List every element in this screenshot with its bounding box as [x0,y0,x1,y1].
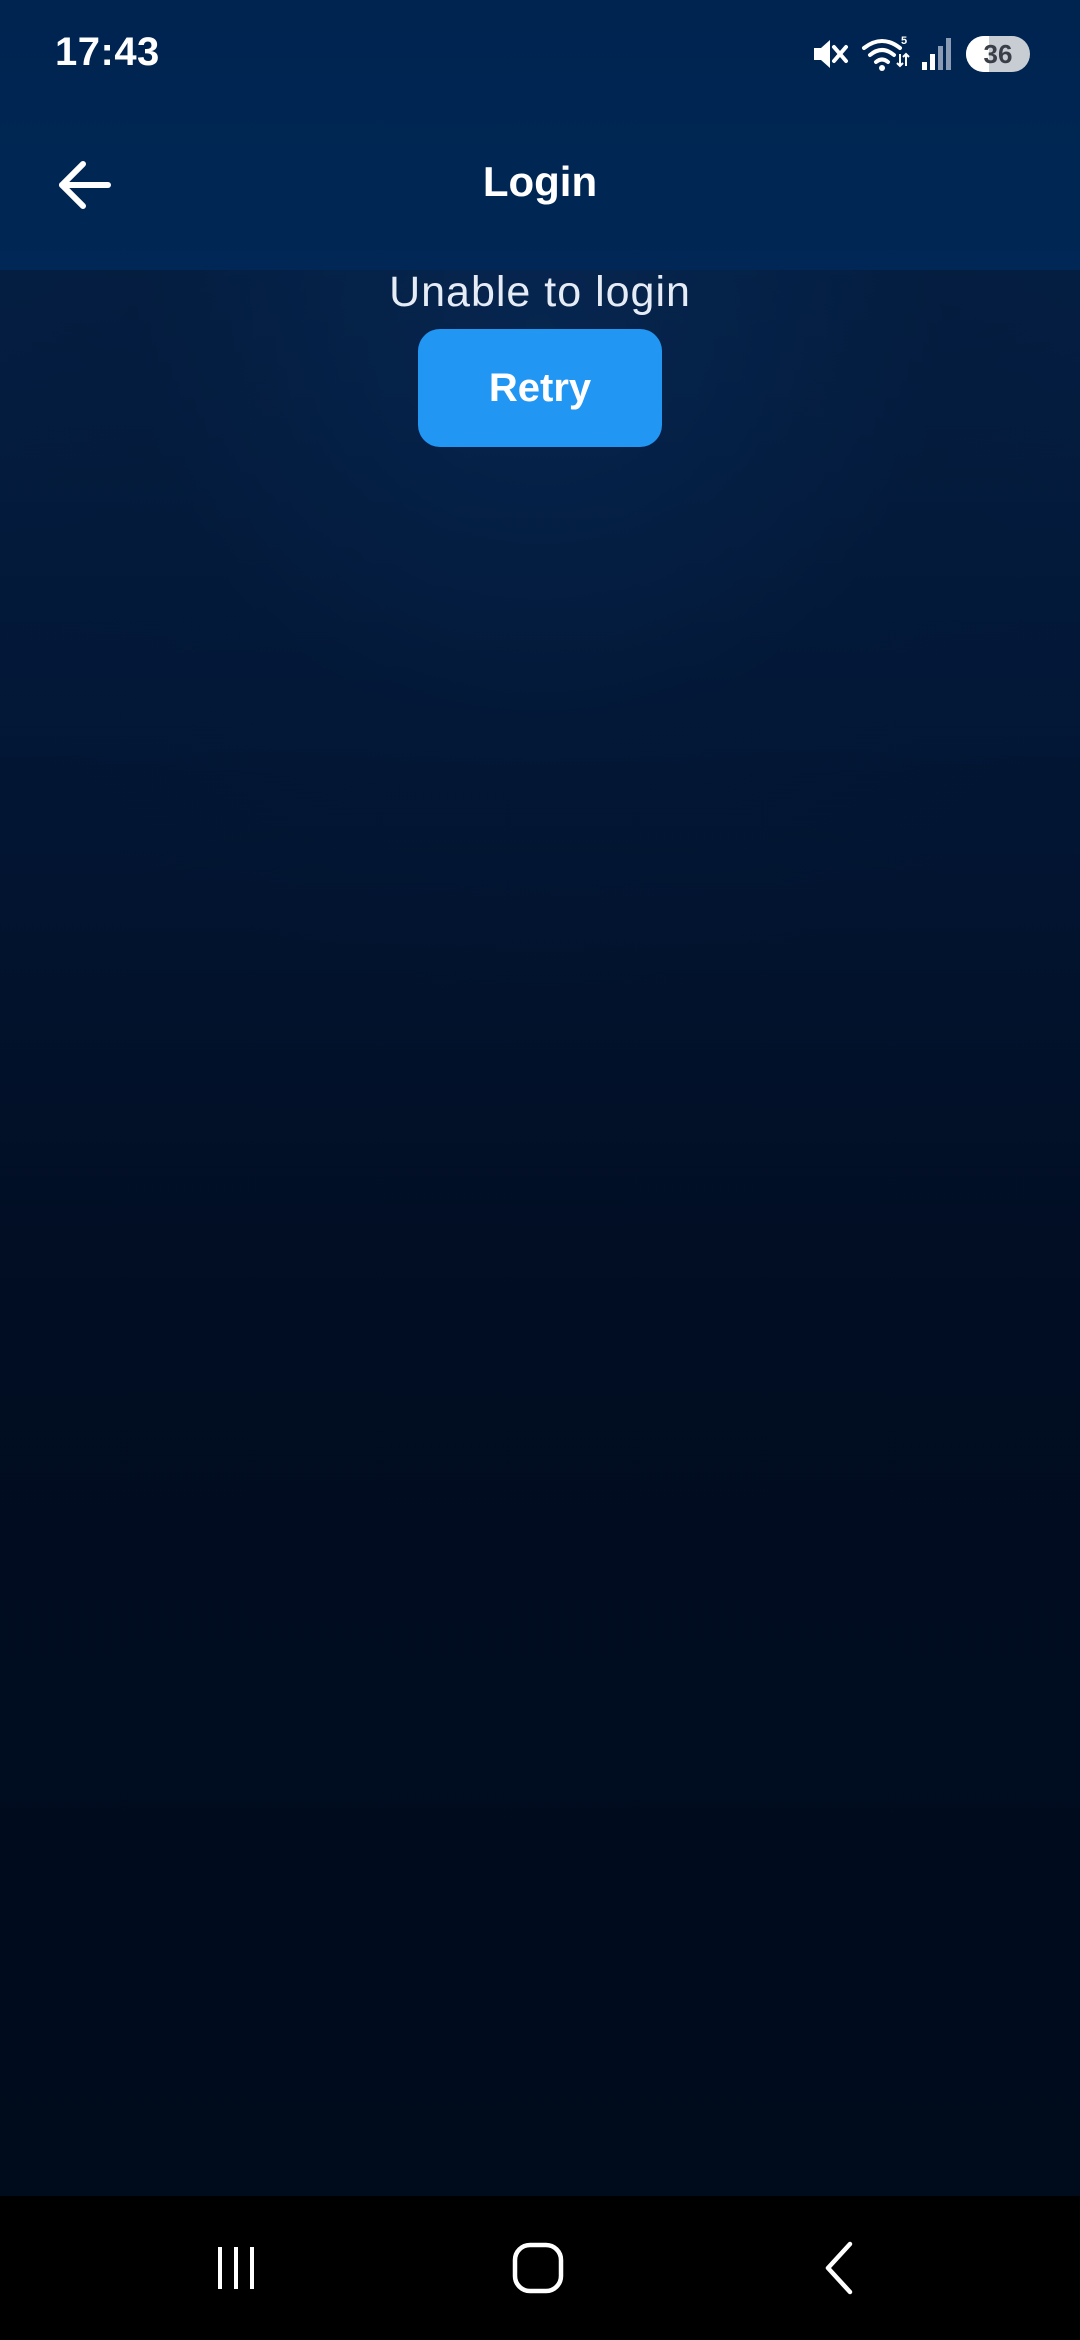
status-time: 17:43 [55,30,160,74]
error-message: Unable to login [389,268,691,316]
system-nav-bar [0,2196,1080,2340]
signal-icon [920,34,956,74]
nav-back-button[interactable] [740,2196,940,2340]
recent-apps-icon [218,2247,254,2289]
page-title: Login [482,158,598,205]
status-icons: 5 36 [810,28,1030,80]
wifi-icon: 5 [860,34,910,74]
battery-icon: 36 [966,36,1030,72]
svg-text:5: 5 [901,35,907,47]
home-button[interactable] [438,2196,638,2340]
back-icon [825,2241,853,2295]
battery-level: 36 [983,38,1013,69]
home-icon [512,2242,564,2294]
retry-button[interactable]: Retry [418,329,662,447]
mute-icon [810,34,850,74]
recent-apps-button[interactable] [136,2196,336,2340]
